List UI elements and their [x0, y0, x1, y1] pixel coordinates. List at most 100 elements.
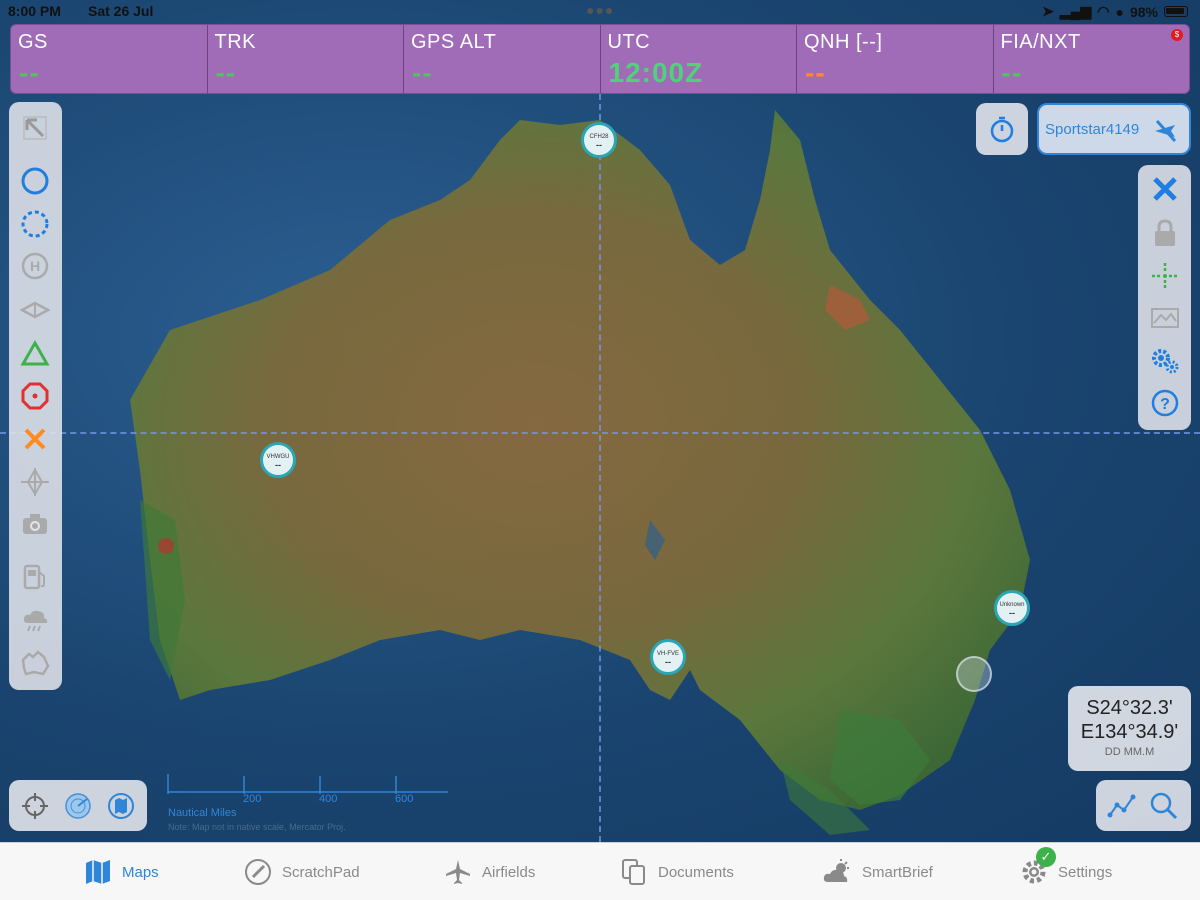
info-label: QNH [--]: [804, 31, 883, 53]
info-label: FIA/NXT: [1000, 31, 1081, 53]
info-cell-qnh[interactable]: QNH [--] --: [797, 25, 994, 93]
info-label: GS: [18, 31, 48, 53]
octagon-icon[interactable]: [19, 380, 51, 412]
tab-label: Airfields: [482, 863, 536, 881]
tab-label: Maps: [122, 863, 159, 881]
map-icon: [86, 860, 110, 884]
info-cell-gs[interactable]: GS --: [11, 25, 208, 93]
cross-icon[interactable]: [19, 423, 51, 455]
traffic-marker-vh-fve[interactable]: VH-FVE --: [650, 639, 686, 675]
scale-bar: 200 400 600 Nautical Miles Note: Map not…: [166, 772, 456, 834]
info-cell-utc[interactable]: UTC 12:00Z: [601, 25, 797, 93]
bottom-left-controls: [9, 780, 147, 831]
clear-route-icon[interactable]: [1149, 173, 1181, 205]
left-toolbar: H: [9, 102, 62, 690]
info-value: --: [805, 57, 826, 88]
expand-arrow-icon[interactable]: [19, 112, 51, 144]
radar-icon[interactable]: [62, 790, 94, 822]
tab-airfields[interactable]: Airfields: [444, 843, 535, 900]
scale-note: Note: Map not in native scale, Mercator …: [168, 822, 346, 832]
alert-badge[interactable]: $: [1171, 29, 1183, 41]
stopwatch-icon: [990, 116, 1014, 143]
circle-icon[interactable]: [19, 165, 51, 197]
route-graph-icon[interactable]: [1106, 790, 1138, 822]
map-crosshair-vertical: [599, 94, 601, 842]
battery-icon: [1164, 6, 1188, 17]
longitude: E134°34.9': [1080, 721, 1179, 743]
storm-cloud-icon[interactable]: [19, 604, 51, 636]
tab-label: Documents: [658, 863, 734, 881]
settings-gears-icon[interactable]: [1149, 345, 1181, 377]
sun-cloud-icon: [823, 859, 849, 882]
marker-value: --: [665, 656, 671, 667]
plane-icon: [446, 860, 470, 884]
location-arrow-icon: ➤: [1042, 3, 1054, 19]
status-indicators: ➤ ▂▄▆ ◠ ● 98%: [1042, 3, 1188, 20]
scale-unit: Nautical Miles: [168, 807, 237, 819]
lock-icon[interactable]: [1149, 217, 1181, 249]
tab-maps[interactable]: Maps: [84, 843, 159, 900]
camera-icon[interactable]: [19, 508, 51, 540]
timer-button[interactable]: [976, 103, 1028, 155]
info-value: --: [19, 57, 40, 88]
info-value: --: [215, 57, 237, 88]
traffic-marker-vhwgu[interactable]: VHWGU --: [260, 442, 296, 478]
terrain-icon[interactable]: [1149, 302, 1181, 334]
status-time: 8:00 PM: [8, 3, 61, 19]
tab-bar: Maps ScratchPad Airfields Documents Smar…: [0, 842, 1200, 900]
diamond-icon[interactable]: [19, 294, 51, 326]
app-window: CFH28 -- VHWGU -- VH-FVE -- Unknown -- 8…: [0, 0, 1200, 900]
tab-settings[interactable]: Settings: [1020, 843, 1112, 900]
triangle-icon[interactable]: [19, 338, 51, 370]
map-layers-icon[interactable]: [105, 790, 137, 822]
traffic-marker-unknown[interactable]: Unknown --: [994, 590, 1030, 626]
tab-documents[interactable]: Documents: [620, 843, 734, 900]
tab-scratchpad[interactable]: ScratchPad: [244, 843, 360, 900]
locate-me-icon[interactable]: [19, 790, 51, 822]
faded-traffic-marker[interactable]: [956, 656, 992, 692]
right-toolbar: ?: [1138, 165, 1191, 430]
aircraft-name: Sportstar4149: [1045, 120, 1140, 138]
info-cell-fia[interactable]: FIA/NXT -- $: [994, 25, 1190, 93]
fuel-pump-icon[interactable]: [19, 561, 51, 593]
traffic-marker-cfh28[interactable]: CFH28 --: [581, 122, 617, 158]
tab-smartbrief[interactable]: SmartBrief: [822, 843, 933, 900]
status-date: Sat 26 Jul: [88, 3, 154, 19]
signal-icon: ▂▄▆: [1059, 3, 1092, 19]
info-value: --: [412, 57, 433, 88]
info-label: UTC: [607, 31, 651, 53]
crosshair-icon[interactable]: [19, 466, 51, 498]
scale-tick-label: 600: [395, 793, 414, 805]
marker-value: --: [1009, 607, 1015, 618]
latitude: S24°32.3': [1086, 697, 1173, 719]
marker-value: --: [275, 459, 281, 470]
map-outline-icon[interactable]: [19, 647, 51, 679]
search-icon[interactable]: [1148, 790, 1180, 822]
info-cell-gps-alt[interactable]: GPS ALT --: [404, 25, 601, 93]
centre-crosshair-icon[interactable]: [1149, 260, 1181, 292]
scale-tick-label: 200: [243, 793, 262, 805]
help-icon[interactable]: ?: [1149, 387, 1181, 419]
ios-status-bar: 8:00 PM Sat 26 Jul ●●● ➤ ▂▄▆ ◠ ● 98%: [0, 0, 1200, 22]
coordinate-format: DD MM.M: [1104, 746, 1155, 758]
dashed-circle-icon[interactable]: [19, 208, 51, 240]
scale-tick-label: 400: [319, 793, 338, 805]
flight-info-bar[interactable]: GS -- TRK -- GPS ALT -- UTC 12:00Z QNH […: [10, 24, 1190, 94]
svg-text:H: H: [30, 258, 40, 274]
info-cell-trk[interactable]: TRK --: [208, 25, 404, 93]
aircraft-selector-button[interactable]: Sportstar4149: [1037, 103, 1191, 155]
info-value: --: [1001, 57, 1023, 88]
tab-label: SmartBrief: [862, 863, 933, 881]
info-label: TRK: [214, 31, 256, 53]
documents-icon: [622, 859, 645, 885]
tab-label: ScratchPad: [282, 863, 360, 881]
helipad-icon[interactable]: H: [19, 250, 51, 282]
multitask-dots-icon[interactable]: ●●●: [586, 2, 614, 18]
settings-check-badge: ✓: [1036, 847, 1056, 867]
cursor-coordinates[interactable]: S24°32.3' E134°34.9' DD MM.M: [1068, 686, 1191, 771]
tab-label: Settings: [1058, 863, 1113, 881]
wifi-icon: ◠: [1097, 3, 1110, 19]
pencil-circle-icon: [245, 859, 271, 885]
plane-crossed-icon: [1155, 119, 1177, 143]
svg-text:?: ?: [1160, 396, 1170, 413]
